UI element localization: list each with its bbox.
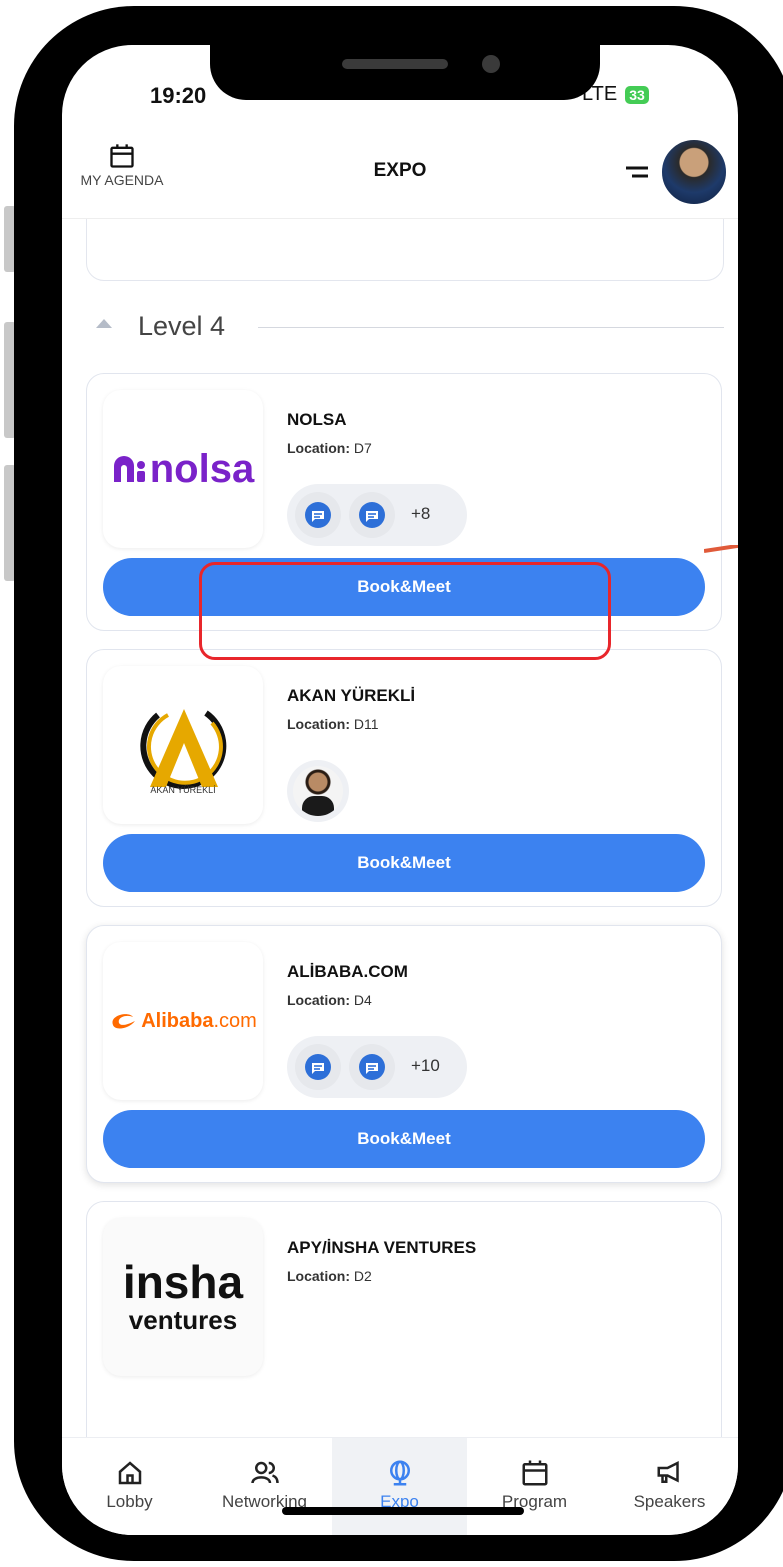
exhibitor-location: Location: D2 [287, 1268, 372, 1284]
chat-avatar-icon [295, 1044, 341, 1090]
location-label: Location: [287, 440, 350, 456]
alibaba-logo-icon [112, 1014, 136, 1029]
chat-avatar-icon [349, 1044, 395, 1090]
exhibitor-location: Location: D4 [287, 992, 372, 1008]
exhibitor-location: Location: D7 [287, 440, 372, 456]
alibaba-logo-suffix: .com [213, 1009, 257, 1032]
location-value: D11 [353, 716, 379, 732]
tab-lobby[interactable]: Lobby [62, 1438, 197, 1535]
exhibitor-name: ALİBABA.COM [287, 962, 408, 981]
nolsa-logo-text: nolsa [149, 446, 255, 491]
people-icon [250, 1461, 279, 1484]
exhibitor-logo: AKAN YÜREKLİ [103, 666, 263, 824]
exhibitor-name: NOLSA [287, 410, 347, 429]
tab-networking[interactable]: Networking [197, 1438, 332, 1535]
annotation-arrow-icon [704, 545, 738, 553]
exhibitor-list: Level 4 nolsa NOLSA Location: D7 +8 Book… [62, 217, 738, 1437]
more-members-count: +10 [411, 1056, 440, 1075]
megaphone-icon [657, 1460, 679, 1483]
level-label: Level 4 [138, 311, 226, 341]
status-time: 19:20 [150, 83, 207, 108]
chat-avatar-icon [295, 492, 341, 538]
highlight-annotation [199, 562, 611, 660]
tab-label: Speakers [633, 1492, 706, 1511]
member-avatar[interactable] [287, 760, 349, 822]
tab-program[interactable]: Program [467, 1438, 602, 1535]
location-value: D7 [353, 440, 372, 456]
chat-avatar-icon [349, 492, 395, 538]
location-label: Location: [287, 1268, 350, 1284]
tab-label: Lobby [106, 1492, 153, 1511]
front-camera [482, 55, 500, 73]
location-value: D2 [353, 1268, 372, 1284]
exhibitor-card-insha-ventures[interactable]: insha ventures APY/İNSHA VENTURES Locati… [86, 1201, 722, 1437]
exhibitor-card-alibaba[interactable]: Alibaba .com ALİBABA.COM Location: D4 +10… [86, 925, 722, 1183]
nolsa-logo-icon [113, 456, 145, 482]
alibaba-logo-text: Alibaba [141, 1009, 214, 1032]
phone-notch [210, 45, 600, 100]
exhibitor-name: AKAN YÜREKLİ [287, 686, 416, 705]
exhibitor-location: Location: D11 [287, 716, 379, 732]
insha-logo-sub: ventures [128, 1304, 238, 1335]
battery-icon: 33 [625, 85, 649, 104]
speaker-grille [342, 59, 448, 69]
insha-logo-text: insha [122, 1255, 244, 1308]
exhibitor-name: APY/İNSHA VENTURES [287, 1238, 477, 1257]
home-indicator [282, 1507, 524, 1515]
exhibitor-logo: insha ventures [103, 1218, 263, 1376]
globe-icon [389, 1460, 410, 1486]
exhibitor-logo: nolsa [103, 390, 263, 548]
team-avatars[interactable]: +8 [287, 484, 467, 546]
exhibitor-card-akan-yurekli[interactable]: AKAN YÜREKLİ AKAN YÜREKLİ Location: D11 … [86, 649, 722, 907]
book-and-meet-button[interactable]: Book&Meet [103, 1110, 705, 1168]
section-divider [258, 327, 724, 328]
bottom-tab-bar: Lobby Networking Expo Program Speakers [62, 1437, 738, 1535]
home-icon [118, 1461, 141, 1485]
location-label: Location: [287, 992, 350, 1008]
app-screen: 19:20 LTE 33 MY AGENDA EXPO Level 4 nols… [62, 45, 738, 1535]
akan-yurekli-logo-text: AKAN YÜREKLİ [150, 785, 216, 795]
app-header: MY AGENDA EXPO [62, 130, 738, 219]
tab-speakers[interactable]: Speakers [602, 1438, 737, 1535]
profile-avatar[interactable] [660, 138, 728, 206]
previous-exhibitor-card[interactable] [86, 217, 724, 281]
akan-yurekli-logo-icon [140, 709, 227, 789]
exhibitor-logo: Alibaba .com [103, 942, 263, 1100]
location-value: D4 [353, 992, 372, 1008]
calendar-icon [522, 1460, 547, 1486]
collapse-caret-icon[interactable] [96, 319, 112, 328]
book-and-meet-button[interactable]: Book&Meet [103, 834, 705, 892]
menu-icon[interactable] [622, 160, 652, 184]
location-label: Location: [287, 716, 350, 732]
team-avatars[interactable]: +10 [287, 1036, 467, 1098]
tab-expo[interactable]: Expo [332, 1438, 467, 1535]
member-photo [293, 766, 343, 816]
more-members-count: +8 [411, 504, 431, 523]
level-section-header[interactable]: Level 4 [86, 307, 726, 347]
